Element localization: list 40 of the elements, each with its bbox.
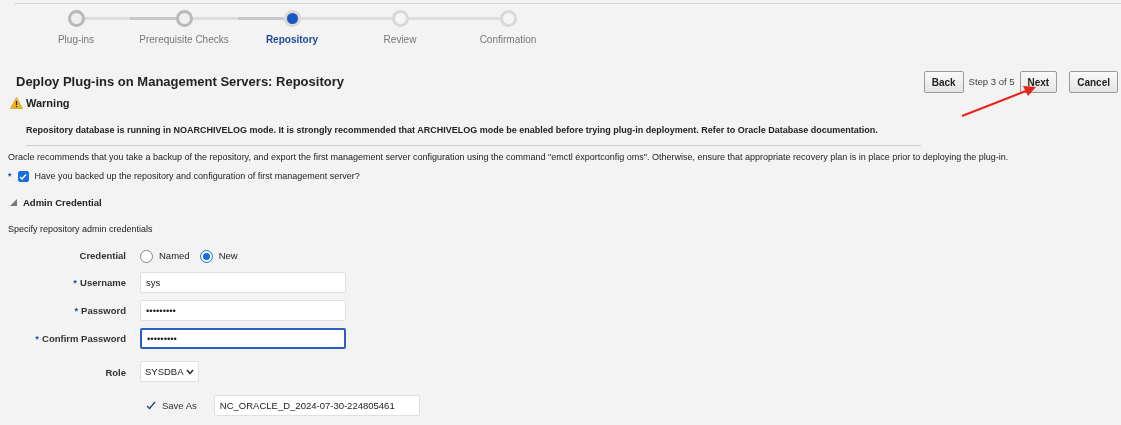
back-button[interactable]: Back bbox=[923, 71, 964, 93]
step-label: Confirmation bbox=[479, 33, 537, 47]
warning-title: Warning bbox=[26, 96, 70, 111]
text-field[interactable]: sys bbox=[140, 272, 346, 294]
save-as-field[interactable]: NC_ORACLE_D_2024-07-30-224805461 bbox=[213, 395, 420, 417]
text-field[interactable]: ••••••••• bbox=[140, 300, 346, 322]
text-field[interactable]: ••••••••• bbox=[140, 328, 346, 350]
radio-label: New bbox=[218, 249, 238, 264]
backup-checkbox[interactable] bbox=[17, 171, 29, 183]
section-hint: Specify repository admin credentials bbox=[8, 222, 154, 236]
cancel-button[interactable]: Cancel bbox=[1069, 71, 1118, 93]
section-title: Admin Credential bbox=[23, 195, 102, 210]
field-label: Credential bbox=[78, 249, 126, 264]
field-label: Role bbox=[104, 365, 126, 380]
step-label: Review bbox=[383, 33, 417, 47]
backup-recommendation: Oracle recommends that you take a backup of the repository, and export the first management server configuration using the command "emctl exportconfig oms". Otherwise, ensure that appropriate recovery plan is in place prior to deploying the plug-in. bbox=[8, 150, 1010, 164]
step-indicator: Step 3 of 5 bbox=[968, 74, 1015, 89]
radio-button[interactable] bbox=[140, 249, 153, 263]
step-label: Plug-ins bbox=[57, 33, 95, 47]
required-mark: * bbox=[35, 331, 40, 346]
collapse-triangle-icon[interactable] bbox=[10, 199, 17, 207]
field-label: Confirm Password bbox=[42, 331, 126, 346]
checkbox-label: Have you backed up the repository and configuration of first management server? bbox=[34, 170, 360, 183]
chevron-down-icon bbox=[185, 368, 194, 375]
required-mark: * bbox=[73, 275, 78, 290]
step-label: Prerequisite Checks bbox=[139, 33, 229, 47]
next-button[interactable]: Next bbox=[1019, 71, 1058, 93]
warning-icon bbox=[10, 97, 23, 110]
required-mark: * bbox=[8, 170, 12, 183]
required-mark: * bbox=[74, 303, 79, 318]
step-label: Repository bbox=[265, 33, 319, 47]
save-as-label: Save As bbox=[162, 398, 197, 413]
radio-label: Named bbox=[159, 249, 190, 264]
role-dropdown[interactable]: SYSDBA bbox=[140, 361, 199, 383]
field-label: Username bbox=[80, 275, 126, 290]
page-title: Deploy Plug-ins on Management Servers: Repository bbox=[16, 73, 345, 92]
field-label: Password bbox=[81, 303, 126, 318]
radio-button[interactable] bbox=[199, 249, 213, 263]
save-as-check[interactable] bbox=[146, 401, 156, 411]
warning-message: Repository database is running in NOARCHIVELOG mode. It is strongly recommended that ARCHIVELOG mode be enabled before trying plug-in deployment. Refer to Oracle Database documentation. bbox=[26, 124, 878, 135]
